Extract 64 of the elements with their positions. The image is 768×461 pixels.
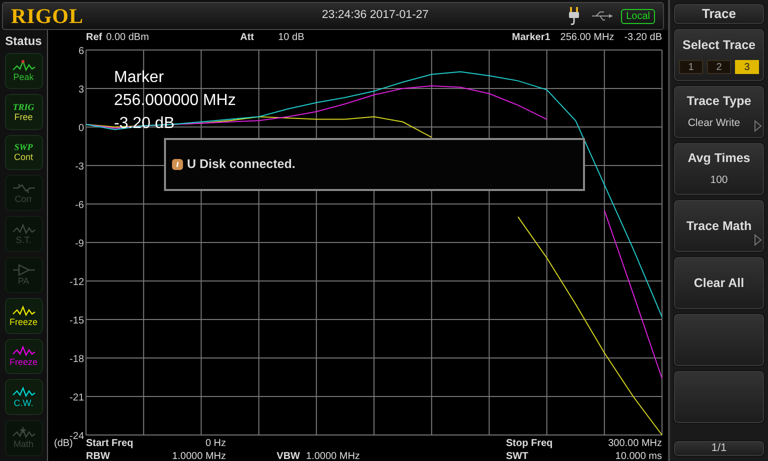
status-button[interactable]: Freeze (4, 298, 42, 334)
status-title: Status (5, 33, 42, 50)
marker-frequency: 256.00 MHz (560, 30, 614, 44)
wave-icon (12, 345, 36, 358)
logo: RIGOL (11, 6, 84, 26)
trace-option[interactable]: 1 (679, 60, 703, 74)
y-tick-label: -3 (75, 162, 84, 172)
setting-value: 1.0000 MHz (306, 450, 361, 461)
mode-indicator: Local (621, 8, 655, 24)
wave-icon (12, 223, 36, 236)
correction-icon (12, 182, 36, 194)
att-value: 10 dB (278, 30, 304, 44)
menu-button[interactable]: Trace Type Clear Write (673, 85, 765, 139)
date-time: 23:24:36 2017-01-27 (320, 8, 429, 24)
marker-frequency: 256.000000 MHz (114, 91, 236, 111)
y-axis-unit: (dB) (53, 438, 73, 450)
marker-label: Marker1 (512, 30, 550, 44)
wave-icon (12, 386, 36, 398)
setting-value: 300.00 MHz (607, 437, 662, 450)
setting-value: 1.0000 MHz (171, 450, 226, 461)
page-indicator: 1/1 (673, 440, 765, 457)
y-tick-label: -15 (70, 316, 84, 326)
y-tick-label: -12 (70, 277, 84, 288)
wave-icon (12, 304, 36, 317)
status-button[interactable]: Peak (4, 53, 42, 89)
setting-label: VBW (276, 450, 301, 461)
menu-button[interactable]: Clear All (673, 256, 765, 310)
menu-title: Trace (673, 3, 765, 25)
marker-title: Marker (114, 68, 164, 88)
menu-button[interactable] (673, 313, 765, 367)
trace-option[interactable]: 2 (707, 60, 731, 74)
wave-icon (12, 427, 36, 440)
setting-value: 0 Hz (204, 437, 226, 450)
amplifier-icon (12, 264, 36, 276)
y-tick-label: -9 (75, 238, 84, 250)
status-button[interactable]: SWP Cont (4, 134, 42, 170)
y-tick-label: -18 (70, 354, 84, 365)
status-button[interactable]: Freeze (4, 338, 42, 374)
message-text: U Disk connected. (187, 156, 296, 174)
menu-button[interactable]: Avg Times 100 (673, 142, 765, 196)
setting-label: RBW (86, 450, 111, 461)
usb-icon (591, 11, 614, 21)
setting-label: Stop Freq (506, 437, 554, 450)
info-icon (172, 159, 183, 170)
menu-button[interactable] (673, 370, 765, 424)
y-tick-label: 6 (78, 46, 84, 57)
att-label: Att (240, 30, 256, 44)
marker-level: -3.20 dB (624, 30, 662, 44)
trace-option[interactable]: 3 (735, 60, 759, 74)
y-tick-label: 3 (78, 84, 84, 96)
status-button[interactable]: TRIG Free (4, 94, 42, 130)
y-tick-label: -21 (70, 392, 84, 404)
menu-label: Select Trace (682, 36, 756, 54)
plug-icon (567, 7, 582, 25)
y-tick-label: 0 (78, 123, 84, 134)
menu-button[interactable]: Trace Math (673, 199, 765, 253)
setting-label: SWT (506, 450, 530, 461)
y-tick-label: -6 (75, 200, 84, 211)
status-button[interactable]: C.W. (4, 379, 42, 416)
peak-wave-icon (12, 60, 36, 72)
ref-label: Ref (86, 30, 102, 44)
setting-value: 10.000 ms (614, 450, 662, 461)
ref-value: 0.00 dBm (106, 30, 150, 44)
setting-label: Start Freq (86, 437, 134, 450)
